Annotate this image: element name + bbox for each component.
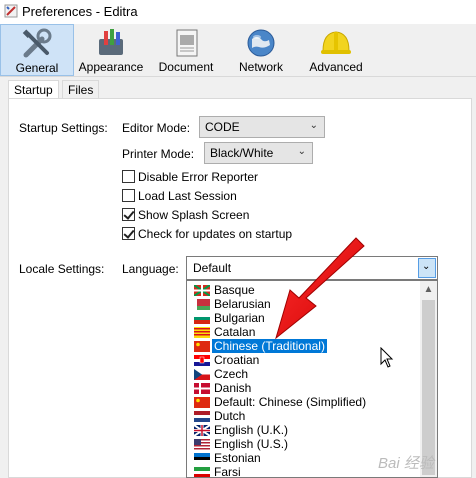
flag-uk-icon xyxy=(194,425,210,436)
tools-icon xyxy=(22,28,52,58)
show-splash-screen-checkbox[interactable] xyxy=(122,208,135,221)
toolbar-document-button[interactable]: Document xyxy=(148,24,224,76)
list-item[interactable]: English (U.K.) xyxy=(187,423,419,437)
disable-error-reporter-label: Disable Error Reporter xyxy=(138,170,259,184)
chevron-down-icon: ⌄ xyxy=(309,120,318,131)
scroll-up-icon[interactable]: ▲ xyxy=(420,281,437,298)
chevron-down-icon: ⌄ xyxy=(297,146,306,157)
flag-netherlands-icon xyxy=(194,411,210,422)
language-dropdown-list: Basque Belarusian Bulgarian Catalan Chin… xyxy=(186,280,438,478)
list-item[interactable]: Catalan xyxy=(187,325,419,339)
flag-china-icon xyxy=(194,397,210,408)
flag-iran-icon xyxy=(194,467,210,477)
editra-app-icon xyxy=(4,4,18,18)
flag-usa-icon xyxy=(194,439,210,450)
printer-mode-select[interactable]: Black/White ⌄ xyxy=(204,142,313,164)
mouse-cursor-icon xyxy=(380,347,394,368)
flag-czech-icon xyxy=(194,369,210,380)
list-item[interactable]: Basque xyxy=(187,283,419,297)
toolbar-network-button[interactable]: Network xyxy=(224,24,298,76)
flag-catalonia-icon xyxy=(194,327,210,338)
language-select[interactable]: Default ⌄ xyxy=(186,256,438,280)
window-title: Preferences - Editra xyxy=(22,4,138,19)
printer-mode-value: Black/White xyxy=(210,146,274,160)
language-label: Language: xyxy=(122,262,179,276)
toolbar-general-label: General xyxy=(15,61,59,75)
toolbar-divider xyxy=(0,76,476,77)
chevron-down-icon: ⌄ xyxy=(422,261,431,272)
flag-belarus-icon xyxy=(194,299,210,310)
flag-bulgaria-icon xyxy=(194,313,210,324)
appearance-icon xyxy=(99,29,123,55)
toolbar-general-button[interactable]: General xyxy=(0,24,74,76)
flag-china-icon xyxy=(194,341,210,352)
locale-settings-label: Locale Settings: xyxy=(19,262,105,276)
list-item[interactable]: Bulgarian xyxy=(187,311,419,325)
disable-error-reporter-checkbox[interactable] xyxy=(122,170,135,183)
document-icon xyxy=(176,29,198,57)
list-item[interactable]: Dutch xyxy=(187,409,419,423)
flag-denmark-icon xyxy=(194,383,210,394)
title-bar: Preferences - Editra xyxy=(0,0,476,25)
watermark-text: Bai 经验 xyxy=(378,455,434,472)
flag-croatia-icon xyxy=(194,355,210,366)
toolbar-document-label: Document xyxy=(158,60,214,74)
list-item[interactable]: Default: Chinese (Simplified) xyxy=(187,395,419,409)
flag-basque-icon xyxy=(194,285,210,296)
toolbar-advanced-label: Advanced xyxy=(309,60,363,74)
language-dropdown-button[interactable]: ⌄ xyxy=(418,258,436,278)
tab-startup[interactable]: Startup xyxy=(8,80,59,100)
preferences-toolbar: General Appearance Document Network Adva… xyxy=(0,24,476,76)
tab-files[interactable]: Files xyxy=(62,80,100,99)
check-updates-checkbox[interactable] xyxy=(122,227,135,240)
list-item[interactable]: Belarusian xyxy=(187,297,419,311)
startup-settings-label: Startup Settings: xyxy=(19,121,108,135)
editor-mode-label: Editor Mode: xyxy=(122,121,191,135)
printer-mode-label: Printer Mode: xyxy=(122,147,195,161)
dropdown-scrollbar[interactable]: ▲ xyxy=(420,281,437,477)
editor-mode-select[interactable]: CODE ⌄ xyxy=(199,116,325,138)
list-item[interactable]: Czech xyxy=(187,367,419,381)
scrollbar-thumb[interactable] xyxy=(422,300,435,475)
load-last-session-checkbox[interactable] xyxy=(122,189,135,202)
list-item[interactable]: English (U.S.) xyxy=(187,437,419,451)
show-splash-screen-label: Show Splash Screen xyxy=(138,208,250,222)
editor-mode-value: CODE xyxy=(205,120,240,134)
language-value: Default xyxy=(193,261,232,275)
toolbar-appearance-button[interactable]: Appearance xyxy=(74,24,148,76)
globe-icon xyxy=(247,29,275,57)
list-item[interactable]: Danish xyxy=(187,381,419,395)
flag-estonia-icon xyxy=(194,453,210,464)
toolbar-advanced-button[interactable]: Advanced xyxy=(298,24,374,76)
check-updates-label: Check for updates on startup xyxy=(138,227,293,241)
toolbar-network-label: Network xyxy=(238,60,283,74)
hardhat-icon xyxy=(321,31,351,54)
load-last-session-label: Load Last Session xyxy=(138,189,237,203)
toolbar-appearance-label: Appearance xyxy=(78,60,144,74)
